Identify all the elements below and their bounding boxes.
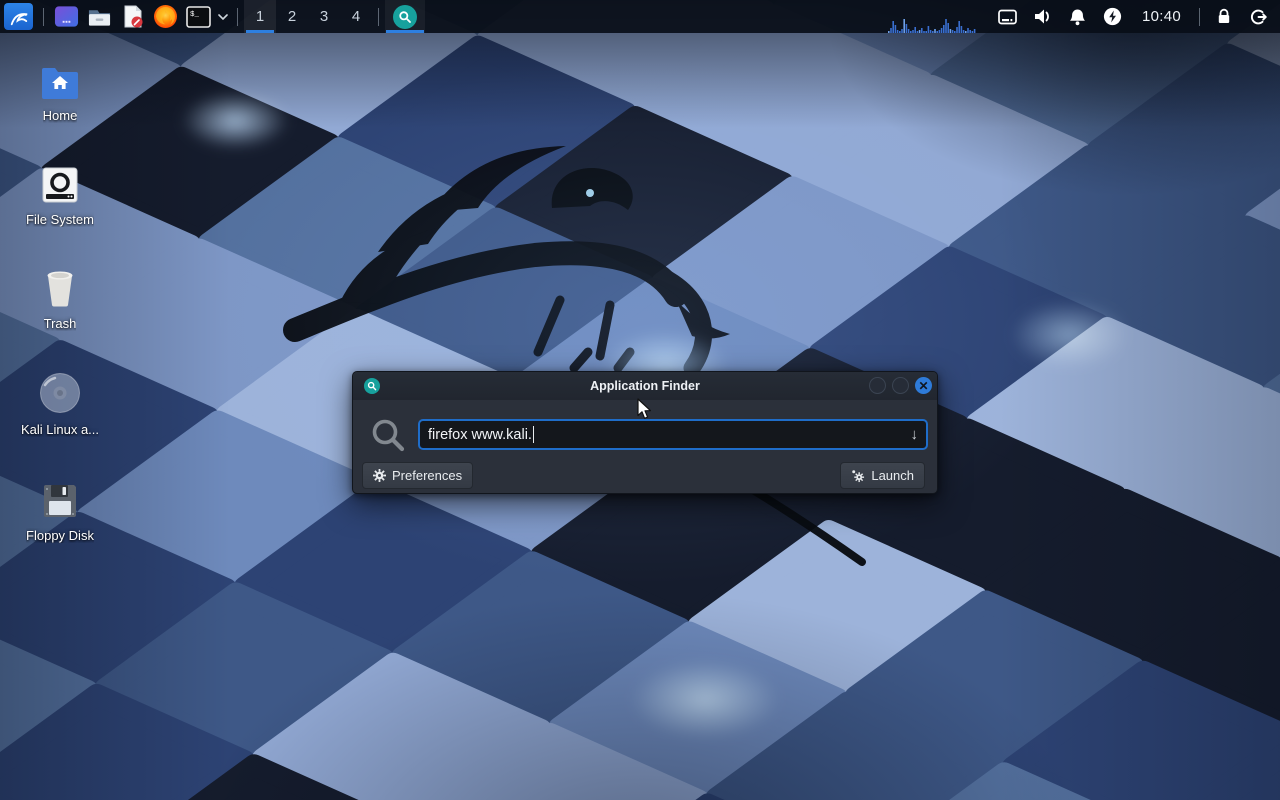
chevron-down-icon — [218, 14, 228, 20]
titlebar[interactable]: Application Finder ✕ — [353, 372, 937, 400]
preferences-label: Preferences — [392, 468, 462, 483]
desktop-icon-label: Home — [43, 108, 78, 123]
workspace-2-button[interactable]: 2 — [276, 0, 308, 33]
top-panel: $_ 1 2 3 4 — [0, 0, 1280, 33]
window-title: Application Finder — [353, 379, 937, 393]
display-icon[interactable] — [990, 0, 1025, 33]
window-app-launcher[interactable] — [50, 0, 83, 33]
volume-icon[interactable] — [1025, 0, 1060, 33]
down-arrow-icon[interactable]: ↓ — [911, 426, 919, 443]
desktop-icon-label: Floppy Disk — [26, 528, 94, 543]
desktop-icon-floppy-disk[interactable]: Floppy Disk — [12, 476, 108, 543]
file-manager-launcher[interactable] — [83, 0, 116, 33]
panel-separator — [43, 8, 44, 26]
applications-menu-button[interactable] — [0, 0, 37, 33]
close-button[interactable]: ✕ — [915, 377, 932, 394]
workspace-label: 3 — [320, 8, 328, 25]
window-magnifier-icon — [364, 378, 380, 394]
workspace-label: 4 — [352, 8, 360, 25]
text-editor-icon — [121, 5, 145, 29]
panel-separator — [1199, 8, 1200, 26]
search-input[interactable]: firefox www.kali. ↓ — [418, 419, 928, 450]
panel-separator — [378, 8, 379, 26]
kali-desktop: $_ 1 2 3 4 — [0, 0, 1280, 800]
launch-button[interactable]: Launch — [840, 462, 925, 489]
application-finder-icon — [393, 5, 417, 29]
text-editor-launcher[interactable] — [116, 0, 149, 33]
firefox-launcher[interactable] — [149, 0, 182, 33]
workspace-label: 2 — [288, 8, 296, 25]
panel-separator — [237, 8, 238, 26]
logout-icon[interactable] — [1241, 0, 1276, 33]
home-folder-icon — [40, 56, 80, 100]
workspace-4-button[interactable]: 4 — [340, 0, 372, 33]
terminal-icon: $_ — [186, 6, 211, 28]
lock-icon[interactable] — [1206, 0, 1241, 33]
terminal-launcher[interactable]: $_ — [182, 0, 215, 33]
desktop-icon-trash[interactable]: Trash — [12, 264, 108, 331]
trash-icon — [40, 264, 80, 308]
disc-icon — [39, 370, 81, 414]
preferences-button[interactable]: Preferences — [362, 462, 473, 489]
application-finder-window: Application Finder ✕ firefox www.kali. ↓… — [352, 371, 938, 494]
floppy-disk-icon — [41, 476, 79, 520]
system-monitor-graph-icon[interactable] — [888, 0, 976, 33]
workspace-3-button[interactable]: 3 — [308, 0, 340, 33]
search-input-value: firefox www.kali. — [428, 427, 532, 443]
desktop-icon-kali-linux[interactable]: Kali Linux a... — [12, 370, 108, 437]
minimize-button[interactable] — [869, 377, 886, 394]
taskbar-application-finder-button[interactable] — [385, 0, 425, 33]
power-manager-icon[interactable] — [1095, 0, 1130, 33]
workspace-label: 1 — [256, 8, 264, 25]
clock-text: 10:40 — [1134, 8, 1189, 25]
filesystem-drive-icon — [41, 160, 79, 204]
firefox-icon — [153, 4, 178, 29]
desktop-icon-label: Trash — [44, 316, 77, 331]
window-app-icon — [54, 5, 79, 28]
kali-dragon-icon — [4, 3, 33, 30]
workspace-1-button[interactable]: 1 — [244, 0, 276, 33]
svg-text:$_: $_ — [190, 11, 200, 19]
desktop-icon-file-system[interactable]: File System — [12, 160, 108, 227]
file-manager-icon — [87, 6, 112, 28]
notifications-bell-icon[interactable] — [1060, 0, 1095, 33]
desktop-icon-label: File System — [26, 212, 94, 227]
launcher-dropdown-chevron[interactable] — [215, 0, 231, 33]
launch-label: Launch — [871, 468, 914, 483]
maximize-button[interactable] — [892, 377, 909, 394]
launch-gear-icon — [851, 469, 865, 483]
clock[interactable]: 10:40 — [1130, 0, 1193, 33]
gear-icon — [373, 469, 386, 482]
desktop-icon-label: Kali Linux a... — [21, 422, 99, 437]
desktop-icon-home[interactable]: Home — [12, 56, 108, 123]
text-caret — [533, 426, 535, 443]
search-magnifier-icon — [369, 416, 407, 459]
